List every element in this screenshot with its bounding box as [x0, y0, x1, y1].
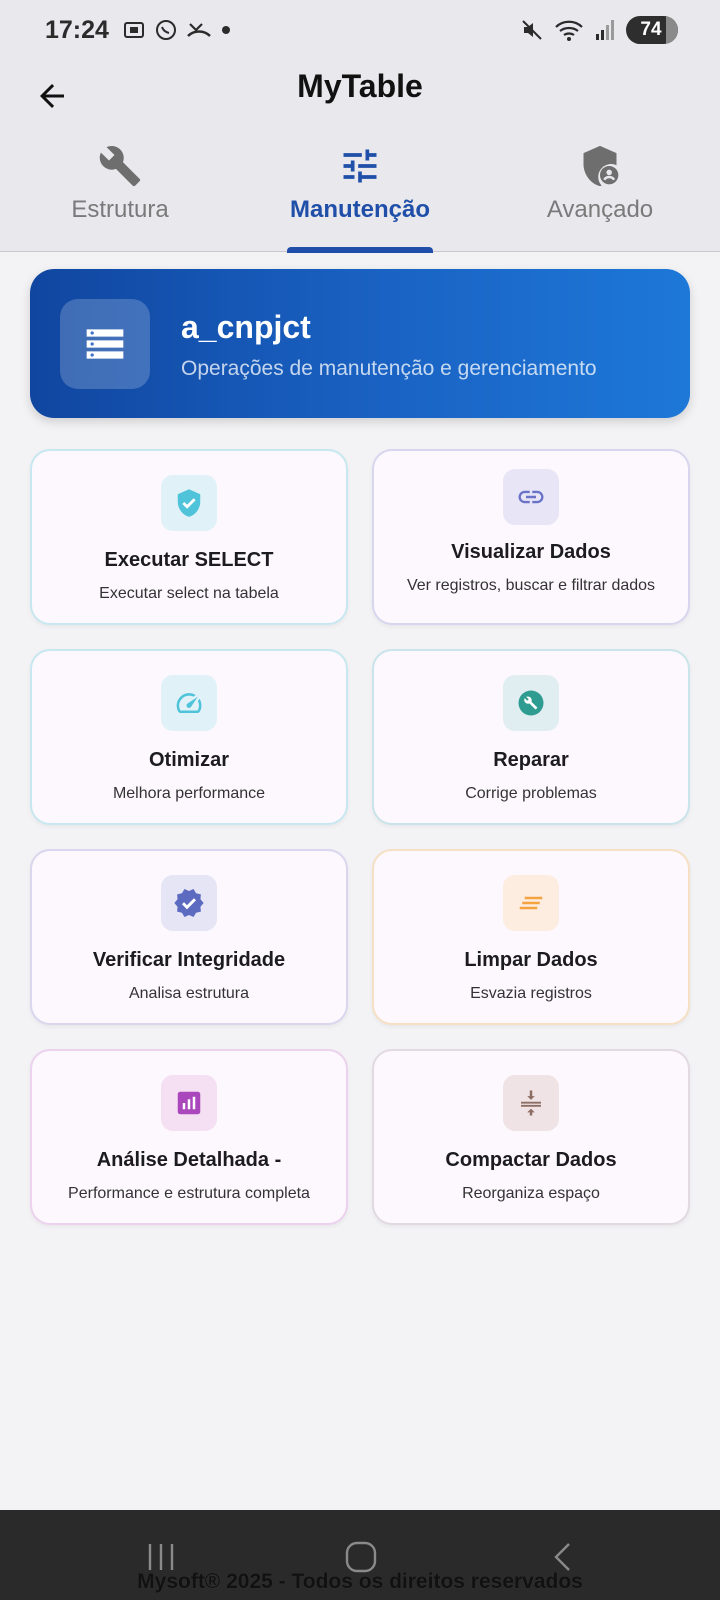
action-title: Executar SELECT [104, 549, 274, 571]
action-description: Reorganiza espaço [462, 1185, 600, 1202]
nav-recent-apps-button[interactable] [146, 1540, 176, 1579]
page-title: MyTable [297, 68, 423, 104]
action-card-reparar[interactable]: Reparar Corrige problemas [372, 649, 690, 825]
action-description: Melhora performance [112, 785, 266, 802]
battery-icon: 74 [626, 16, 678, 44]
table-rows-icon [86, 329, 124, 359]
action-card-otimizar[interactable]: Otimizar Melhora performance [30, 649, 348, 825]
action-title: Otimizar [148, 749, 230, 771]
verified-badge-icon [161, 875, 217, 931]
home-icon [345, 1541, 377, 1573]
action-title: Visualizar Dados [451, 541, 611, 563]
action-description: Esvazia registros [470, 985, 592, 1002]
signal-icon [596, 20, 614, 40]
speed-icon [161, 675, 217, 731]
tab-estrutura[interactable]: Estrutura [0, 130, 240, 251]
table-icon-container [60, 299, 150, 389]
action-title: Limpar Dados [464, 949, 598, 971]
action-description: Performance e estrutura completa [68, 1185, 310, 1202]
tab-label: Estrutura [71, 196, 169, 223]
screenshot-icon [124, 22, 144, 38]
compress-icon [503, 1075, 559, 1131]
nav-back-icon [554, 1543, 570, 1571]
action-card-limpar-dados[interactable]: Limpar Dados Esvazia registros [372, 849, 690, 1025]
action-card-verificar-integridade[interactable]: Verificar Integridade Analisa estrutura [30, 849, 348, 1025]
action-description: Analisa estrutura [128, 985, 250, 1002]
action-title: Análise Detalhada - [96, 1149, 282, 1171]
missed-call-icon [187, 23, 211, 37]
admin-shield-icon [578, 144, 622, 188]
action-description: Ver registros, buscar e filtrar dados [406, 577, 656, 594]
tab-label: Manutenção [289, 196, 430, 223]
status-notification-icons [122, 18, 232, 42]
action-title: Verificar Integridade [92, 949, 286, 971]
action-card-visualizar-dados[interactable]: Visualizar Dados Ver registros, buscar e… [372, 449, 690, 625]
status-system-icons: 74 [520, 16, 678, 44]
action-title: Compactar Dados [445, 1149, 617, 1171]
wifi-icon [555, 20, 583, 41]
action-card-analise-detalhada[interactable]: Análise Detalhada - Performance e estrut… [30, 1049, 348, 1225]
table-subtitle: Operações de manutenção e gerenciamento [181, 357, 597, 380]
status-bar: 17:24 74 [0, 0, 720, 62]
tab-manutencao[interactable]: Manutenção [240, 130, 480, 253]
status-time: 17:24 [45, 16, 109, 44]
recent-apps-icon [148, 1544, 174, 1570]
tab-avancado[interactable]: Avançado [480, 130, 720, 251]
table-name: a_cnpjct [181, 309, 311, 345]
action-card-compactar-dados[interactable]: Compactar Dados Reorganiza espaço [372, 1049, 690, 1225]
whatsapp-icon [156, 20, 176, 40]
tab-bar: Estrutura Manutenção Avançado [0, 130, 720, 253]
tune-icon [338, 144, 382, 188]
build-circle-icon [503, 675, 559, 731]
verified-shield-icon [161, 475, 217, 531]
action-title: Reparar [493, 749, 569, 771]
action-card-executar-select[interactable]: Executar SELECT Executar select na tabel… [30, 449, 348, 625]
mute-icon [522, 20, 542, 40]
analytics-icon [161, 1075, 217, 1131]
table-header-card: a_cnpjct Operações de manutenção e geren… [30, 269, 690, 418]
battery-level: 74 [640, 19, 662, 40]
wrench-icon [98, 144, 142, 188]
nav-back-button[interactable] [550, 1540, 576, 1579]
clear-all-icon [503, 875, 559, 931]
tab-indicator [287, 247, 433, 253]
actions-grid: Executar SELECT Executar select na tabel… [30, 449, 690, 1225]
nav-home-button[interactable] [344, 1540, 378, 1579]
tab-label: Avançado [546, 196, 654, 223]
action-description: Executar select na tabela [99, 585, 279, 602]
link-icon [503, 469, 559, 525]
action-description: Corrige problemas [465, 785, 597, 802]
dot-icon [222, 26, 230, 34]
